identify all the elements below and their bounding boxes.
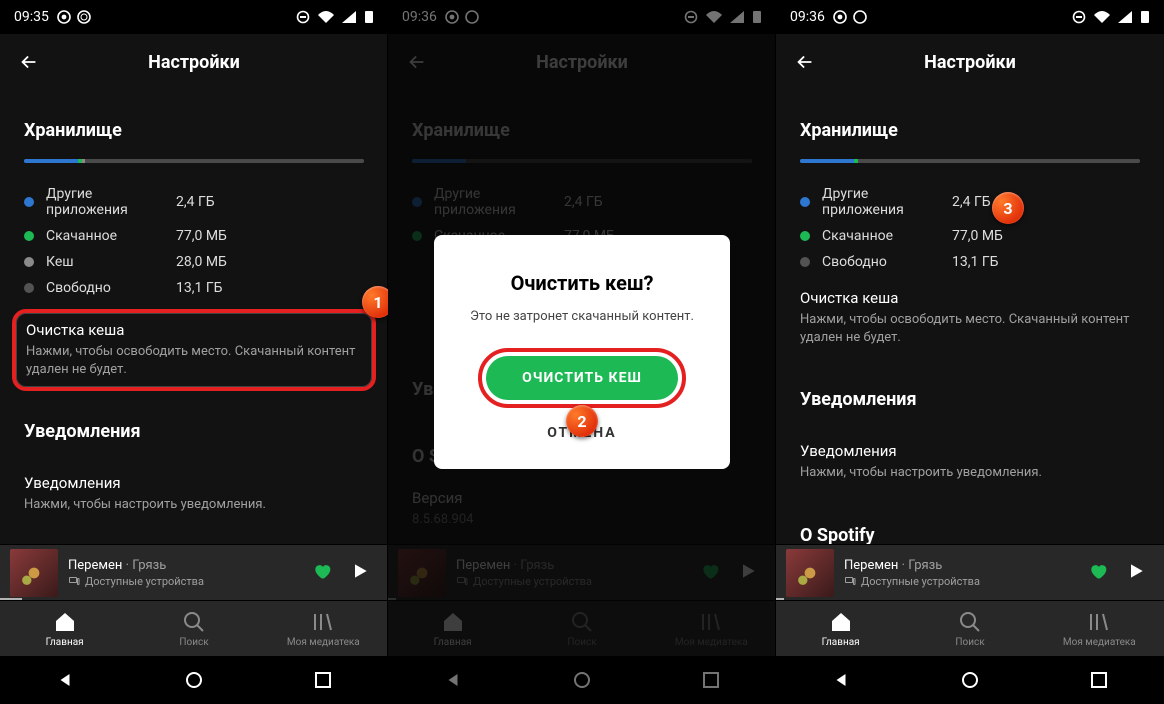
storage-bar — [24, 159, 364, 163]
nav-home[interactable]: Главная — [776, 601, 905, 656]
now-playing-bar[interactable]: Перемен · ГрязьДоступные устройства — [776, 544, 1164, 600]
sys-recent[interactable] — [312, 669, 334, 691]
legend-row: Свободно13,1 ГБ — [800, 249, 1140, 275]
dialog-body: Это не затронет скачанный контент. — [454, 309, 710, 324]
album-art — [10, 549, 58, 597]
notifications-heading: Уведомления — [24, 421, 364, 442]
confirm-highlight: ОЧИСТИТЬ КЕШ — [478, 348, 686, 408]
back-button[interactable] — [794, 51, 816, 73]
status-left-icons — [57, 10, 91, 24]
clear-cache-item[interactable]: Очистка кеша Нажми, чтобы освободить мес… — [12, 309, 376, 391]
nav-search[interactable]: Поиск — [905, 601, 1034, 656]
legend-row: Другие приложения2,4 ГБ — [24, 181, 364, 223]
page-header: Настройки — [0, 34, 388, 90]
like-button[interactable] — [1088, 561, 1108, 585]
storage-legend: Другие приложения2,4 ГБ Скачанное77,0 МБ… — [24, 181, 364, 301]
legend-row: Скачанное77,0 МБ — [24, 223, 364, 249]
confirm-clear-button[interactable]: ОЧИСТИТЬ КЕШ — [486, 356, 678, 400]
android-nav — [0, 656, 388, 704]
bottom-nav: Главная Поиск Моя медиатека — [0, 600, 388, 656]
sys-back[interactable] — [54, 669, 76, 691]
page-title: Настройки — [148, 52, 240, 73]
nav-library[interactable]: Моя медиатека — [1035, 601, 1164, 656]
play-button[interactable] — [1126, 561, 1146, 585]
clear-cache-item[interactable]: Очистка кеша Нажми, чтобы освободить мес… — [800, 275, 1140, 359]
step-badge-1: 1 — [362, 286, 388, 318]
status-time: 09:35 — [14, 9, 49, 25]
nav-home[interactable]: Главная — [0, 601, 129, 656]
legend-row: Свободно13,1 ГБ — [24, 275, 364, 301]
legend-row: Скачанное77,0 МБ — [800, 223, 1140, 249]
play-button[interactable] — [350, 561, 370, 585]
notifications-item[interactable]: УведомленияНажми, чтобы настроить уведом… — [800, 428, 1140, 494]
sys-recent[interactable] — [1088, 669, 1110, 691]
step-badge-2: 2 — [566, 405, 598, 437]
back-button[interactable] — [18, 51, 40, 73]
sys-home[interactable] — [183, 669, 205, 691]
settings-content: Хранилище Другие приложения2,4 ГБ Скачан… — [0, 90, 388, 544]
storage-heading: Хранилище — [24, 120, 364, 141]
screen-2: 09:36 Настройки Хранилище Другие приложе… — [388, 0, 776, 704]
status-bar: 09:35 — [0, 0, 388, 34]
legend-row: Другие приложения2,4 ГБ — [800, 181, 1140, 223]
screen-1: 09:35 Настройки Хранилище Другие прил — [0, 0, 388, 704]
screen-3: 09:36 Настройки Хранилище Другие приложе… — [776, 0, 1164, 704]
sys-home[interactable] — [959, 669, 981, 691]
status-right-icons — [296, 10, 374, 24]
like-button[interactable] — [312, 561, 332, 585]
sys-back[interactable] — [830, 669, 852, 691]
dialog-title: Очистить кеш? — [454, 271, 710, 295]
now-playing-bar[interactable]: Перемен · Грязь Доступные устройства — [0, 544, 388, 600]
nav-library[interactable]: Моя медиатека — [259, 601, 388, 656]
step-badge-3: 3 — [992, 192, 1024, 224]
nav-search[interactable]: Поиск — [129, 601, 258, 656]
devices-button[interactable]: Доступные устройства — [68, 575, 312, 588]
legend-row: Кеш28,0 МБ — [24, 249, 364, 275]
devices-button[interactable]: Доступные устройства — [844, 575, 1088, 588]
notifications-item[interactable]: Уведомления Нажми, чтобы настроить уведо… — [24, 460, 364, 526]
modal-backdrop[interactable]: Очистить кеш? Это не затронет скачанный … — [388, 0, 776, 704]
